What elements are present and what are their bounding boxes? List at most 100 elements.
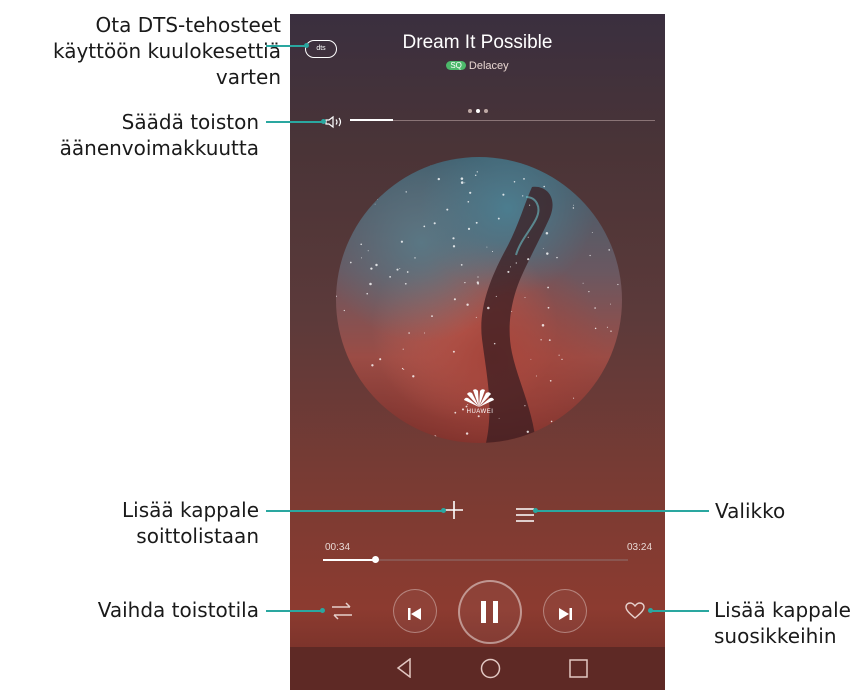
leader-dot [441, 508, 446, 513]
star [431, 315, 433, 318]
star [527, 236, 529, 238]
star [561, 358, 563, 361]
star [548, 339, 551, 341]
star [366, 292, 368, 295]
artist-name: Delacey [468, 60, 509, 72]
shuffle-repeat-icon[interactable] [331, 602, 353, 624]
callout-play-mode: Vaihda toistotila [97, 598, 259, 622]
star [573, 397, 575, 399]
star [408, 332, 410, 334]
next-button[interactable] [543, 589, 587, 633]
star [606, 326, 608, 328]
leader-dot [533, 508, 538, 513]
leader-dot [321, 119, 326, 124]
star [369, 282, 372, 286]
star [460, 177, 464, 180]
star [605, 385, 608, 388]
star [358, 421, 360, 423]
star [582, 282, 584, 284]
star [617, 283, 619, 286]
star [379, 358, 382, 361]
star [389, 276, 391, 278]
page-dot [483, 109, 488, 113]
star [511, 311, 513, 312]
star [535, 375, 537, 377]
star [360, 243, 362, 246]
star [412, 375, 415, 378]
star [510, 266, 511, 268]
star [404, 170, 407, 173]
star [358, 162, 361, 164]
page-dot-active [475, 109, 480, 113]
song-title: Dream It Possible [402, 32, 553, 53]
menu-icon[interactable] [516, 507, 534, 526]
heart-icon[interactable] [625, 602, 645, 624]
star [522, 195, 524, 197]
star [336, 333, 338, 335]
star [609, 303, 611, 305]
previous-button[interactable] [393, 589, 437, 633]
star [560, 417, 563, 420]
star [617, 337, 621, 340]
album-brand-text: HUAWEI [466, 409, 494, 415]
star [460, 264, 463, 266]
star [475, 221, 478, 224]
star [541, 324, 545, 327]
star [337, 258, 339, 261]
star [430, 164, 431, 166]
skip-previous-icon [408, 605, 422, 624]
star [526, 430, 529, 433]
star [542, 248, 544, 249]
star [507, 270, 510, 273]
leader-play-mode [266, 610, 322, 612]
star [549, 379, 552, 382]
nav-home-icon[interactable] [480, 658, 501, 683]
star [340, 381, 342, 383]
volume-level[interactable] [350, 119, 393, 121]
star [594, 307, 596, 309]
star [573, 204, 574, 206]
star [610, 330, 612, 332]
leader-dot [304, 43, 309, 48]
navigation-bar [290, 647, 665, 690]
speaker-icon[interactable] [325, 114, 347, 133]
star [530, 358, 532, 360]
star [547, 286, 549, 289]
star [414, 257, 416, 259]
star [423, 225, 426, 228]
quality-badge: SQ [446, 61, 466, 70]
star [343, 309, 345, 312]
star [611, 420, 615, 424]
play-pause-button[interactable] [458, 580, 522, 644]
leader-volume [266, 121, 323, 123]
star [453, 298, 456, 301]
star [543, 185, 546, 188]
star [491, 250, 494, 253]
star [433, 222, 436, 225]
star [371, 364, 374, 367]
star [351, 229, 354, 232]
star [402, 348, 404, 350]
page-dot [467, 109, 472, 113]
star [589, 254, 591, 257]
star [619, 398, 622, 401]
progress-knob[interactable] [371, 556, 379, 563]
star [446, 208, 449, 211]
star [592, 186, 595, 188]
star [437, 177, 440, 181]
star [527, 258, 530, 261]
star [515, 262, 517, 264]
star [524, 405, 526, 407]
star [497, 217, 500, 220]
star [608, 249, 610, 251]
elapsed-time: 00:34 [325, 542, 351, 553]
star [476, 171, 478, 173]
star [349, 424, 352, 427]
star [403, 368, 405, 371]
volume-track[interactable] [350, 120, 655, 121]
star [416, 157, 419, 158]
nav-back-icon[interactable] [396, 657, 412, 682]
nav-recents-icon[interactable] [569, 659, 588, 682]
plus-icon[interactable] [444, 500, 464, 524]
star [370, 267, 373, 270]
